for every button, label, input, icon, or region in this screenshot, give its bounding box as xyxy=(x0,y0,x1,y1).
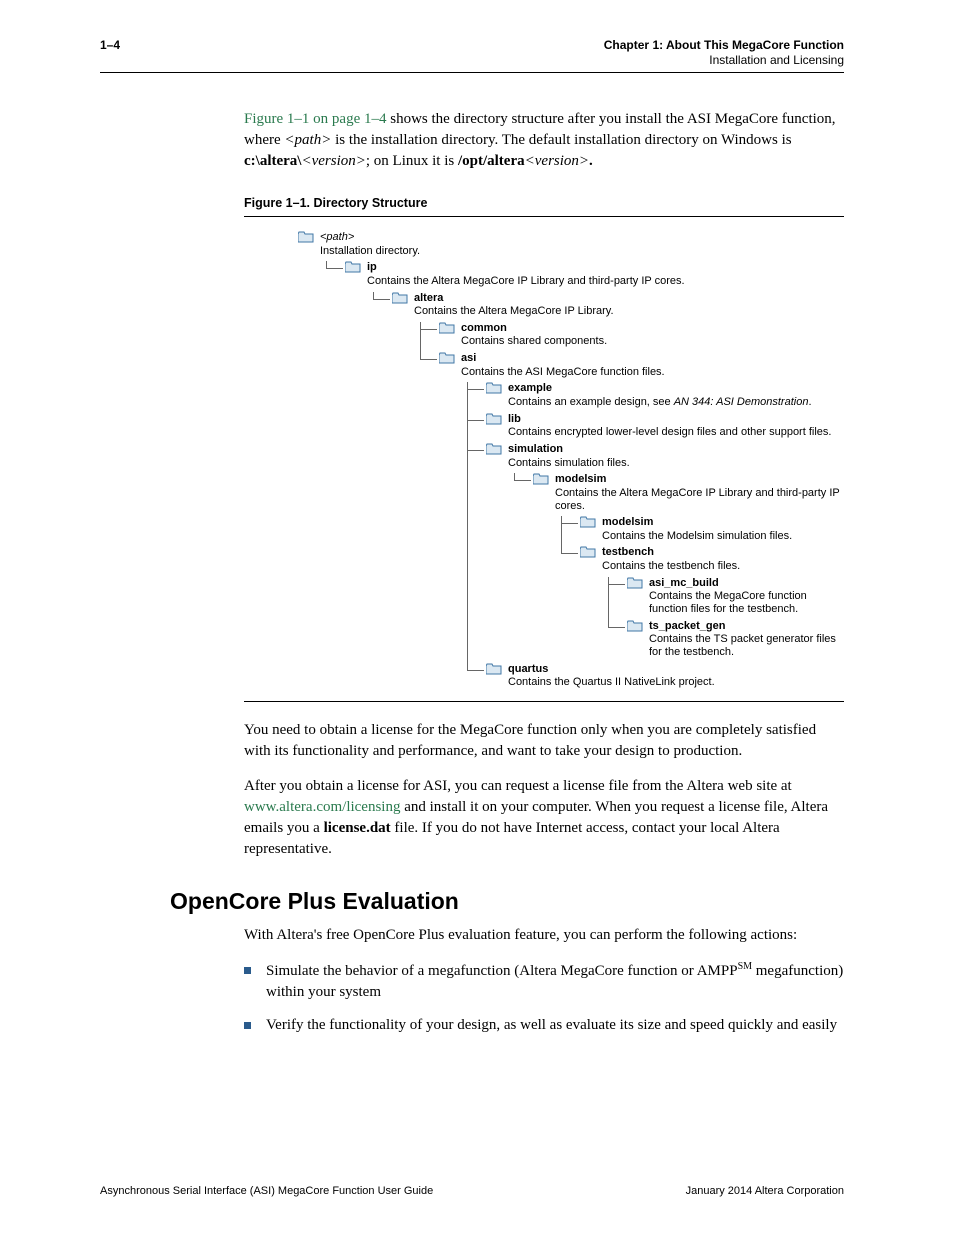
bullet-verify: Verify the functionality of your design,… xyxy=(244,1015,844,1036)
footer-date-company: January 2014 Altera Corporation xyxy=(686,1185,844,1197)
page-footer: Asynchronous Serial Interface (ASI) Mega… xyxy=(100,1185,844,1197)
folder-icon xyxy=(486,443,502,455)
folder-icon xyxy=(627,577,643,589)
tree-node-modelsim-1: modelsim Contains the Altera MegaCore IP… xyxy=(533,473,844,658)
folder-icon xyxy=(580,516,596,528)
folder-icon xyxy=(486,382,502,394)
folder-icon xyxy=(392,292,408,304)
figure-crossref-link[interactable]: Figure 1–1 on page 1–4 xyxy=(244,111,386,127)
opencore-heading: OpenCore Plus Evaluation xyxy=(170,888,844,915)
folder-icon xyxy=(486,413,502,425)
licensing-link[interactable]: www.altera.com/licensing xyxy=(244,799,400,815)
intro-paragraph: Figure 1–1 on page 1–4 shows the directo… xyxy=(244,109,844,172)
folder-icon xyxy=(486,663,502,675)
figure-caption: Figure 1–1. Directory Structure xyxy=(244,196,844,210)
folder-icon xyxy=(298,231,314,243)
bullet-simulate: Simulate the behavior of a megafunction … xyxy=(244,960,844,1003)
figure-top-rule xyxy=(244,216,844,217)
tree-node-common: common Contains shared components. xyxy=(439,322,844,348)
tree-node-example: example Contains an example design, see … xyxy=(486,382,844,408)
folder-icon xyxy=(533,473,549,485)
page-header: 1–4 Chapter 1: About This MegaCore Funct… xyxy=(100,38,844,68)
chapter-title: Chapter 1: About This MegaCore Function xyxy=(604,38,844,53)
tree-node-lib: lib Contains encrypted lower-level desig… xyxy=(486,413,844,439)
tree-node-simulation: simulation Contains simulation files. mo… xyxy=(486,443,844,659)
footer-doc-title: Asynchronous Serial Interface (ASI) Mega… xyxy=(100,1185,433,1197)
tree-node-path: <path> Installation directory. ip Contai… xyxy=(298,231,844,689)
tree-node-ip: ip Contains the Altera MegaCore IP Libra… xyxy=(345,261,844,689)
tree-node-testbench: testbench Contains the testbench files. … xyxy=(580,546,844,658)
folder-icon xyxy=(439,322,455,334)
figure-bottom-rule xyxy=(244,701,844,702)
header-rule xyxy=(100,72,844,73)
license-paragraph: You need to obtain a license for the Meg… xyxy=(244,720,844,762)
folder-icon xyxy=(439,352,455,364)
folder-icon xyxy=(627,620,643,632)
opencore-intro: With Altera's free OpenCore Plus evaluat… xyxy=(244,925,844,946)
opencore-bullets: Simulate the behavior of a megafunction … xyxy=(244,960,844,1036)
header-right: Chapter 1: About This MegaCore Function … xyxy=(604,38,844,68)
tree-node-altera: altera Contains the Altera MegaCore IP L… xyxy=(392,292,844,689)
tree-node-asi-mc-build: asi_mc_build Contains the MegaCore funct… xyxy=(627,577,844,616)
section-title: Installation and Licensing xyxy=(604,53,844,68)
folder-icon xyxy=(345,261,361,273)
directory-tree: <path> Installation directory. ip Contai… xyxy=(298,231,844,689)
license-request-paragraph: After you obtain a license for ASI, you … xyxy=(244,776,844,860)
tree-node-quartus: quartus Contains the Quartus II NativeLi… xyxy=(486,663,844,689)
tree-node-ts-packet-gen: ts_packet_gen Contains the TS packet gen… xyxy=(627,620,844,659)
tree-node-asi: asi Contains the ASI MegaCore function f… xyxy=(439,352,844,689)
folder-icon xyxy=(580,546,596,558)
tree-node-modelsim-2: modelsim Contains the Modelsim simulatio… xyxy=(580,516,844,542)
page-number: 1–4 xyxy=(100,38,120,53)
